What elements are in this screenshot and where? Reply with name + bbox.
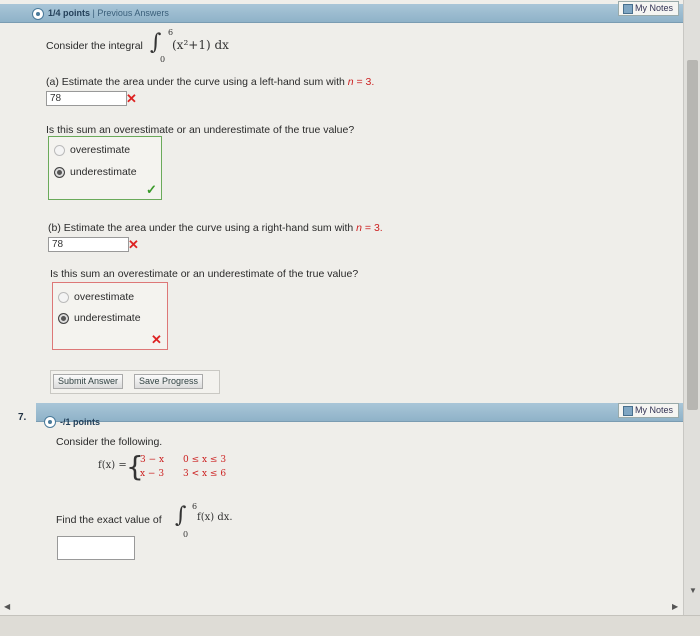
previous-answers-link[interactable]: Previous Answers [97,8,169,18]
scroll-right-icon[interactable]: ▶ [672,602,678,611]
integral-sign: ∫ [150,30,162,55]
notes-icon [623,4,633,14]
piece1-condition: 0 ≤ x ≤ 3 [183,455,227,465]
question-header-bar [36,403,683,422]
part-a-question: Is this sum an overestimate or an undere… [46,124,355,136]
q7-answer-input[interactable] [57,536,135,560]
question-prompt: Consider the integral [46,40,143,52]
question-prompt: Consider the following. [56,436,163,448]
correct-check-icon: ✓ [146,182,157,197]
points-label: 1/4 points [48,8,91,18]
my-notes-label: My Notes [635,405,674,415]
option-label: overestimate [70,144,131,156]
part-b-question: Is this sum an overestimate or an undere… [50,268,359,280]
piece2-expression: x − 3 [140,469,165,479]
assignment-page: 6. 1/4 points | Previous Answers My Note… [0,0,683,615]
scroll-down-icon[interactable]: ▼ [689,586,697,595]
piece2-condition: 3 < x ≤ 6 [183,469,227,479]
function-label: f(x) = [98,460,127,471]
part-a-n-value: = 3. [353,76,375,88]
integral-upper-limit: 6 [192,502,198,511]
part-b-answer-input[interactable]: 78 [48,237,129,252]
integral-sign: ∫ [175,503,187,528]
find-prompt: Find the exact value of [56,514,162,526]
my-notes-button[interactable]: My Notes [618,1,680,16]
question-number: 7. [18,412,27,423]
question-points: -/1 points [60,417,100,427]
scrollbar-thumb[interactable] [687,60,698,410]
radio-underestimate[interactable] [54,167,65,178]
part-a-answer-input[interactable]: 78 [46,91,127,106]
part-b-prompt-text: (b) Estimate the area under the curve us… [48,222,357,234]
part-b-prompt: (b) Estimate the area under the curve us… [48,222,383,234]
part-a-prompt-text: (a) Estimate the area under the curve us… [46,76,348,88]
horizontal-scrollbar[interactable]: ◀ ▶ [0,602,700,636]
radio-overestimate[interactable] [54,145,65,156]
option-label: underestimate [74,312,141,324]
incorrect-icon: ✕ [128,237,139,252]
integrand: (x²+1) dx [172,38,229,52]
scroll-left-icon[interactable]: ◀ [4,602,10,611]
question-points: 1/4 points | Previous Answers [48,8,169,18]
question-bullet-icon [44,416,56,428]
vertical-scrollbar[interactable]: ▼ [683,0,700,615]
integral-upper-limit: 6 [168,28,174,37]
save-progress-button[interactable]: Save Progress [134,374,204,389]
integral-lower-limit: 0 [160,55,166,64]
my-notes-label: My Notes [635,3,674,13]
question-bullet-icon [32,8,44,20]
option-label: overestimate [74,291,135,303]
part-b-n-value: = 3. [362,222,383,234]
integral-lower-limit: 0 [183,530,189,539]
my-notes-button[interactable]: My Notes [618,403,680,418]
integrand: f(x) dx. [197,512,233,523]
incorrect-icon: ✕ [126,91,137,106]
radio-underestimate[interactable] [58,313,69,324]
option-label: underestimate [70,166,137,178]
incorrect-icon: ✕ [151,332,162,347]
part-a-prompt: (a) Estimate the area under the curve us… [46,76,374,88]
notes-icon [623,406,633,416]
radio-overestimate[interactable] [58,292,69,303]
piece1-expression: 3 − x [140,455,165,465]
submit-answer-button[interactable]: Submit Answer [53,374,124,389]
separator: | [92,8,95,18]
